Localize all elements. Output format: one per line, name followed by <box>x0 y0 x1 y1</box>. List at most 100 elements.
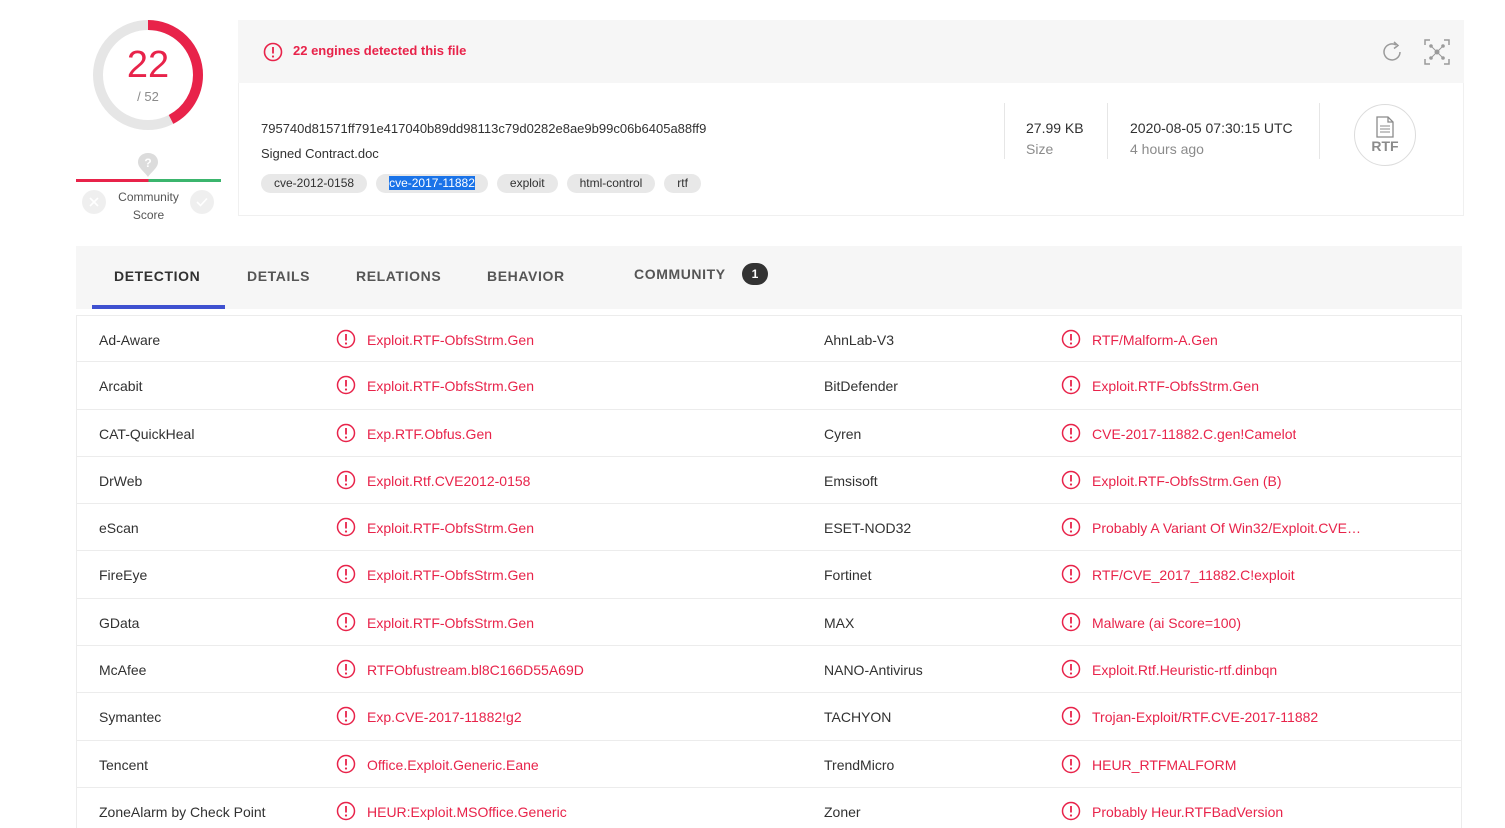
detection-result: Exploit.RTF-ObfsStrm.Gen <box>367 614 535 631</box>
file-name: Signed Contract.doc <box>261 146 379 161</box>
engine-name: McAfee <box>99 662 147 679</box>
question-icon: ? <box>138 153 158 177</box>
detection-result: Exploit.RTF-ObfsStrm.Gen <box>367 567 535 584</box>
file-size-value: 27.99 KB <box>1026 120 1084 136</box>
tag-label: html-control <box>579 176 643 190</box>
analysis-date-value: 2020-08-05 07:30:15 UTC <box>1130 120 1293 136</box>
detection-result: Exploit.RTF-ObfsStrm.Gen <box>367 332 535 348</box>
detection-score-donut: 22 / 52 <box>90 17 206 133</box>
tag[interactable]: cve-2012-0158 <box>261 174 368 193</box>
engine-name: ESET-NOD32 <box>824 520 912 537</box>
file-type-label: RTF <box>1371 138 1399 154</box>
alert-icon <box>336 706 356 731</box>
alert-icon <box>1061 329 1081 354</box>
tab-community[interactable]: COMMUNITY <box>634 266 726 282</box>
file-type-badge: RTF <box>1354 104 1416 166</box>
detection-result: Exploit.Rtf.Heuristic-rtf.dinbqn <box>1092 662 1278 679</box>
detection-result: Trojan-Exploit/RTF.CVE-2017-11882 <box>1092 709 1319 726</box>
alert-icon <box>263 42 283 62</box>
tag[interactable]: rtf <box>664 174 701 193</box>
file-info-panel: 795740d81571ff791e417040b89dd98113c79d02… <box>238 83 1464 216</box>
alert-icon <box>336 375 356 400</box>
engine-name: eScan <box>99 520 139 537</box>
detection-result: HEUR_RTFMALFORM <box>1092 756 1237 773</box>
detection-result: Exploit.RTF-ObfsStrm.Gen (B) <box>1092 472 1282 489</box>
tab-behavior[interactable]: BEHAVIOR <box>487 268 565 284</box>
analysis-date-relative: 4 hours ago <box>1130 141 1204 157</box>
detection-alert-bar: 22 engines detected this file <box>238 20 1464 83</box>
engine-name: MAX <box>824 614 855 631</box>
table-row: McAfee RTFObfustream.bl8C166D55A69D NANO-A… <box>77 646 1461 694</box>
vote-malicious-button[interactable] <box>82 190 106 214</box>
table-row: GData Exploit.RTF-ObfsStrm.Gen MAX Malware … <box>77 599 1461 647</box>
tab-bar: DETECTION DETAILS RELATIONS BEHAVIOR COM… <box>76 246 1462 309</box>
detection-result: Exp.CVE-2017-11882!g2 <box>367 709 522 726</box>
detection-result: HEUR:Exploit.MSOffice.Generic <box>367 803 567 820</box>
community-score: ? Community Score <box>76 150 221 222</box>
score-total: / 52 <box>137 89 159 104</box>
detection-result: RTF/CVE_2017_11882.C!exploit <box>1092 567 1295 584</box>
alert-icon <box>1061 375 1081 400</box>
alert-icon <box>1061 564 1081 589</box>
table-row: DrWeb Exploit.Rtf.CVE2012-0158 Emsisoft Exp… <box>77 457 1461 505</box>
score-detected: 22 <box>126 44 170 86</box>
detection-result: Exploit.RTF-ObfsStrm.Gen <box>1092 378 1260 395</box>
community-label-line1: Community <box>118 190 179 204</box>
table-row: Symantec Exp.CVE-2017-11882!g2 TACHYON Troj… <box>77 693 1461 741</box>
detection-result: RTF/Malform-A.Gen <box>1092 332 1218 348</box>
alert-icon <box>1061 612 1081 637</box>
vote-harmless-button[interactable] <box>190 190 214 214</box>
community-label-line2: Score <box>132 208 165 222</box>
file-hash[interactable]: 795740d81571ff791e417040b89dd98113c79d02… <box>261 121 706 136</box>
tag[interactable]: cve-2017-11882 <box>376 174 488 193</box>
engine-name: NANO-Antivirus <box>824 662 923 679</box>
engine-name: BitDefender <box>824 378 898 395</box>
alert-icon <box>336 564 356 589</box>
alert-icon <box>1061 754 1081 779</box>
engine-name: AhnLab-V3 <box>824 332 895 348</box>
engine-name: Zoner <box>824 803 861 820</box>
detection-result: Malware (ai Score=100) <box>1092 614 1242 631</box>
engine-name: TACHYON <box>824 709 892 726</box>
detection-result: Exp.RTF.Obfus.Gen <box>367 425 493 442</box>
alert-icon <box>1061 423 1081 448</box>
engine-name: Tencent <box>99 756 149 773</box>
tab-detection[interactable]: DETECTION <box>114 268 200 284</box>
detection-result: RTFObfustream.bl8C166D55A69D <box>367 662 584 679</box>
graph-icon[interactable] <box>1424 39 1450 65</box>
reanalyze-icon[interactable] <box>1381 41 1405 63</box>
engine-name: FireEye <box>99 567 148 584</box>
document-icon <box>1376 116 1394 138</box>
check-icon <box>196 197 208 207</box>
engine-name: Ad-Aware <box>99 332 161 348</box>
engine-name: ZoneAlarm by Check Point <box>99 803 266 820</box>
detection-result: Exploit.Rtf.CVE2012-0158 <box>367 472 531 489</box>
tag-list: cve-2012-0158 cve-2017-11882 exploit htm… <box>261 174 701 193</box>
divider <box>1319 103 1320 159</box>
engine-name: Fortinet <box>824 567 872 584</box>
engine-name: Symantec <box>99 709 162 726</box>
community-score-bar <box>76 179 221 182</box>
tag[interactable]: exploit <box>496 174 558 193</box>
detection-result: CVE-2017-11882.C.gen!Camelot <box>1092 425 1297 442</box>
tag-label: rtf <box>677 176 688 190</box>
table-row: Tencent Office.Exploit.Generic.Eane TrendM… <box>77 741 1461 788</box>
close-icon <box>89 197 99 207</box>
alert-icon <box>336 470 356 495</box>
detection-result: Probably A Variant Of Win32/Exploit.CVE… <box>1092 520 1361 537</box>
table-row: eScan Exploit.RTF-ObfsStrm.Gen ESET-NOD32 P… <box>77 504 1461 552</box>
table-row: ZoneAlarm by Check Point HEUR:Exploit.MSO… <box>77 788 1461 828</box>
detection-table: Ad-Aware Exploit.RTF-ObfsStrm.Gen AhnLab-V… <box>76 315 1462 828</box>
alert-icon <box>336 423 356 448</box>
alert-icon <box>1061 706 1081 731</box>
active-tab-indicator <box>92 305 225 309</box>
engine-name: Arcabit <box>99 378 143 395</box>
tab-relations[interactable]: RELATIONS <box>356 268 441 284</box>
detection-result: Office.Exploit.Generic.Eane <box>367 756 539 773</box>
alert-icon <box>1061 659 1081 684</box>
tab-details[interactable]: DETAILS <box>247 268 310 284</box>
tag[interactable]: html-control <box>566 174 656 193</box>
tag-label: cve-2017-11882 <box>389 176 475 190</box>
svg-text:?: ? <box>144 156 151 170</box>
alert-icon <box>336 754 356 779</box>
